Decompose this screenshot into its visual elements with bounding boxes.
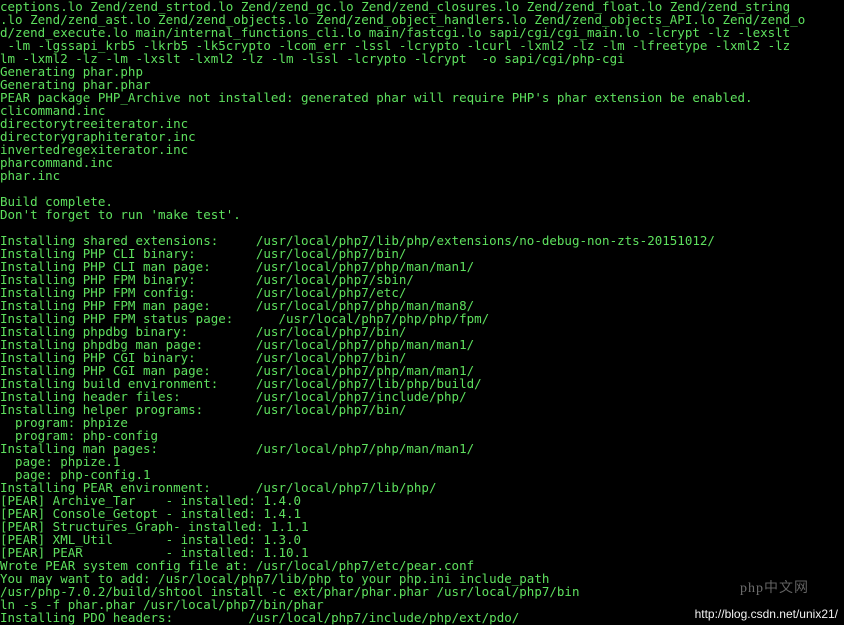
- watermark-csdn-url: http://blog.csdn.net/unix21/: [695, 607, 838, 621]
- terminal-output: ceptions.lo Zend/zend_strtod.lo Zend/zen…: [0, 0, 844, 624]
- watermark-php-suffix: 中文网: [764, 581, 809, 596]
- watermark-php-site: php中文网: [740, 577, 809, 597]
- watermark-php-prefix: php: [740, 581, 764, 596]
